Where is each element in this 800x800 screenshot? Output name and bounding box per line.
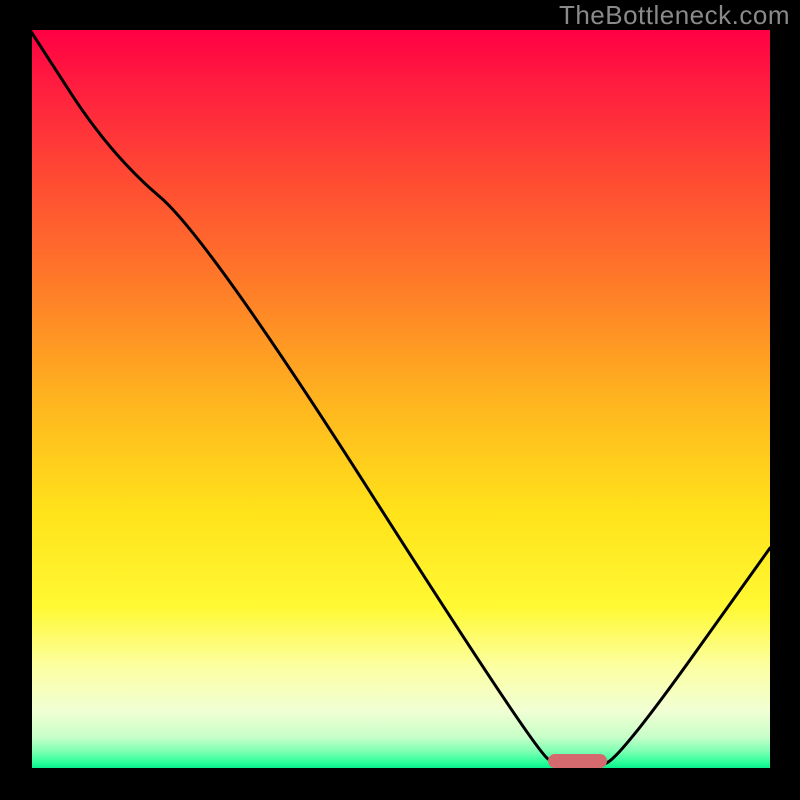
watermark-text: TheBottleneck.com bbox=[559, 0, 790, 31]
bottleneck-curve bbox=[30, 30, 770, 770]
chart-frame: TheBottleneck.com bbox=[0, 0, 800, 800]
plot-area bbox=[30, 30, 770, 770]
optimal-marker bbox=[548, 754, 607, 768]
